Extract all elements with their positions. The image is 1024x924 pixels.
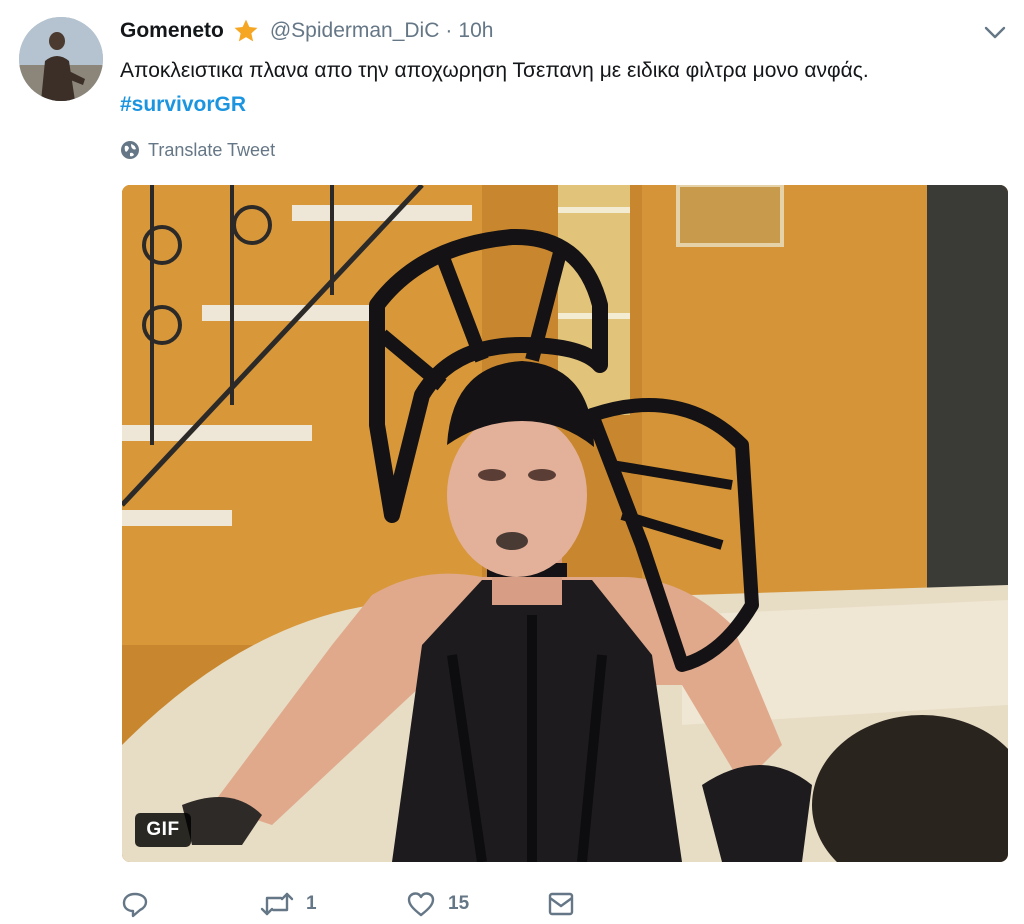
gif-frame <box>122 185 1008 862</box>
gif-media[interactable]: GIF <box>122 185 1008 862</box>
avatar[interactable] <box>19 17 103 101</box>
direct-message-button[interactable] <box>546 890 576 918</box>
translate-label: Translate Tweet <box>148 139 276 160</box>
tweet-header: Gomeneto @Spiderman_DiC · 10h <box>120 16 493 46</box>
like-count: 15 <box>448 893 470 914</box>
globe-icon <box>121 141 139 159</box>
reply-icon <box>122 892 148 918</box>
user-handle[interactable]: @Spiderman_DiC <box>270 19 440 43</box>
display-name[interactable]: Gomeneto <box>120 19 224 43</box>
envelope-icon <box>548 892 574 916</box>
gif-badge: GIF <box>135 813 191 847</box>
tweet-text: Αποκλειστικα πλανα απο την αποχωρηση Τσε… <box>120 54 980 122</box>
tweet-text-body: Αποκλειστικα πλανα απο την αποχωρηση Τσε… <box>120 59 869 82</box>
tweet-actions: 1 15 <box>120 886 680 922</box>
translate-tweet-link[interactable]: Translate Tweet <box>120 137 275 163</box>
tweet: Gomeneto @Spiderman_DiC · 10h Αποκλειστι… <box>0 0 1024 924</box>
retweet-icon <box>260 892 294 916</box>
avatar-photo <box>19 17 103 101</box>
timestamp[interactable]: 10h <box>458 19 493 43</box>
separator-dot: · <box>445 19 453 42</box>
retweet-button[interactable]: 1 <box>260 890 317 918</box>
chevron-down-icon[interactable] <box>983 22 1007 42</box>
heart-icon <box>407 892 435 917</box>
star-icon <box>234 19 258 42</box>
like-button[interactable]: 15 <box>406 890 469 918</box>
reply-button[interactable] <box>120 890 162 918</box>
retweet-count: 1 <box>306 893 317 914</box>
hashtag-link[interactable]: #survivorGR <box>120 93 246 116</box>
